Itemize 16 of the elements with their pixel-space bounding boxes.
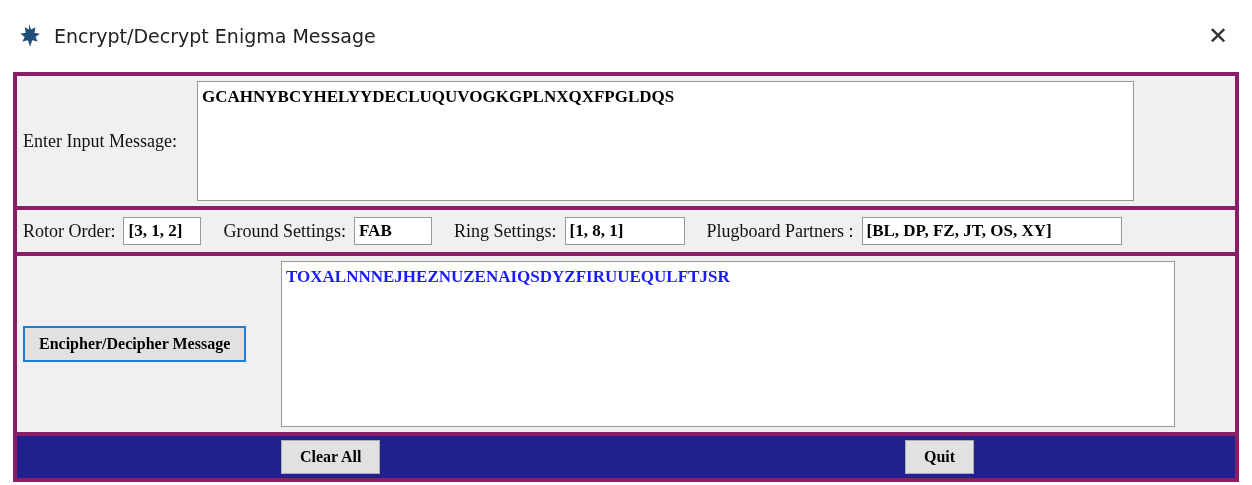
setting-field[interactable]: [BL, DP, FZ, JT, OS, XY] xyxy=(861,217,1122,245)
setting-label: Rotor Order: xyxy=(23,219,116,243)
input-field[interactable]: GCAHNYBCYHELYYDECLUQUVOGKGPLNXQXFPGLDQS xyxy=(197,81,1134,201)
setting-field[interactable]: [3, 1, 2] xyxy=(123,217,202,245)
setting-label: Plugboard Partners : xyxy=(706,219,854,243)
window-title: Encrypt/Decrypt Enigma Message xyxy=(54,23,376,49)
setting-field[interactable]: FAB xyxy=(354,217,432,245)
setting-field[interactable]: [1, 8, 1] xyxy=(564,217,685,245)
output-field[interactable]: TOXALNNNEJHEZNUZENAIQSDYZFIRUUEQULFTJSR xyxy=(281,261,1175,427)
setting-label: Ground Settings: xyxy=(223,219,346,243)
action-button[interactable]: Quit xyxy=(905,440,975,474)
encipher-button[interactable]: Encipher/Decipher Message xyxy=(23,326,247,362)
close-button[interactable]: ✕ xyxy=(1207,18,1228,54)
input-label: Enter Input Message: xyxy=(23,129,177,153)
setting-label: Ring Settings: xyxy=(454,219,557,243)
action-button[interactable]: Clear All xyxy=(281,440,381,474)
